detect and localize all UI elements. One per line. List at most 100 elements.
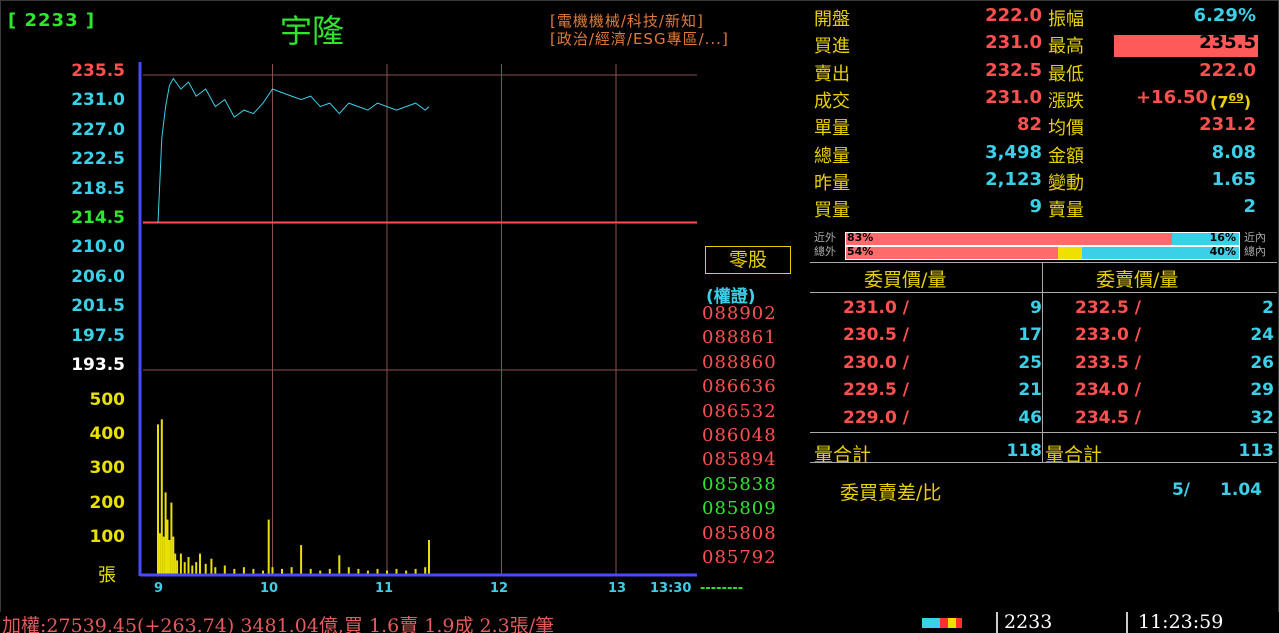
quote-label: 總量 — [814, 145, 850, 167]
status-bar-indicator — [922, 618, 962, 628]
warrant-item[interactable]: 086532 — [702, 401, 777, 422]
warrant-item[interactable]: 088861 — [702, 327, 777, 348]
near-out-pct: 83% — [847, 231, 874, 244]
change-rank: (769) — [1210, 91, 1252, 112]
odd-lot-button[interactable]: 零股 — [705, 246, 791, 274]
warrant-item[interactable]: 088860 — [702, 352, 777, 373]
status-divider — [996, 612, 998, 633]
status-time: 11:23:59 — [1138, 612, 1224, 633]
quote-label: 昨量 — [814, 172, 850, 194]
volume-bar — [179, 553, 182, 574]
volume-bar — [366, 570, 369, 574]
near-ratio-bar: 83% 16% — [845, 231, 1240, 246]
volume-bar — [170, 502, 173, 574]
diff-value: 5/ — [1171, 480, 1190, 500]
volume-bar — [328, 568, 331, 574]
quote-value: 231.0 — [985, 32, 1042, 54]
bid-price[interactable]: 230.0 / — [843, 353, 909, 373]
ask-price[interactable]: 234.5 / — [1075, 408, 1141, 428]
volume-bar — [424, 567, 427, 574]
volume-bar — [199, 553, 201, 574]
quote-value: 82 — [1016, 114, 1042, 136]
status-code: 2233 — [1004, 612, 1053, 633]
ratio-right-labels: 近內 總內 — [1244, 231, 1266, 259]
bid-price[interactable]: 230.5 / — [843, 325, 909, 345]
warrant-item[interactable]: 085809 — [702, 498, 777, 519]
bid-qty: 17 — [1018, 325, 1042, 346]
ask-qty: 24 — [1250, 325, 1274, 346]
volume-bar — [428, 540, 430, 574]
warrant-item[interactable]: 085808 — [702, 523, 777, 544]
volume-bar — [166, 519, 169, 574]
quote-label: 開盤 — [814, 9, 850, 30]
quote-label: 賣出 — [814, 63, 850, 85]
intraday-chart[interactable]: 9 10 11 12 13 13:30 -------- — [0, 0, 800, 600]
diff-label: 委買賣差/比 — [840, 482, 942, 504]
volume-bar — [319, 570, 322, 574]
time-tick-label: 9 — [154, 581, 163, 596]
bid-price[interactable]: 229.5 / — [843, 380, 909, 400]
quote-value: 231.0 — [985, 86, 1042, 108]
quote-value: 3,498 — [985, 141, 1042, 163]
volume-bar — [309, 568, 312, 574]
volume-bars — [157, 419, 430, 574]
volume-bar — [290, 567, 293, 574]
volume-bar — [252, 568, 255, 574]
volume-bar — [204, 563, 207, 574]
quote-label: 賣量 — [1048, 200, 1084, 222]
quote-value: +16.50 — [1135, 86, 1208, 108]
quote-value: 9 — [1029, 196, 1042, 218]
total-in-label: 總內 — [1244, 245, 1266, 258]
volume-bar — [395, 568, 398, 574]
volume-bar — [157, 424, 159, 574]
bid-price[interactable]: 231.0 / — [843, 298, 909, 318]
warrant-item[interactable]: 085838 — [702, 474, 777, 495]
change-rank-frac: 69 — [1228, 91, 1244, 104]
warrant-item[interactable]: 086636 — [702, 376, 777, 397]
total-out-pct: 54% — [847, 245, 874, 258]
volume-bar — [281, 568, 283, 574]
market-ticker: 加權:27539.45(+263.74) 3481.04億,買 1.6賣 1.9… — [2, 615, 555, 633]
time-tick-label: 12 — [490, 581, 508, 596]
quote-value: 231.2 — [1199, 114, 1256, 136]
ask-price[interactable]: 233.0 / — [1075, 325, 1141, 345]
bid-total: 118 — [1006, 441, 1043, 461]
warrant-item[interactable]: 088902 — [702, 303, 777, 324]
order-book-header-line — [810, 292, 1277, 293]
time-tick-label: 13 — [608, 581, 626, 596]
bid-qty: 9 — [1030, 298, 1042, 318]
near-in-label: 近內 — [1244, 231, 1266, 244]
volume-bar — [160, 419, 163, 574]
volume-bar — [183, 562, 186, 574]
volume-bar — [210, 558, 213, 574]
status-bar: 加權:27539.45(+263.74) 3481.04億,買 1.6賣 1.9… — [0, 612, 1279, 633]
ask-header: 委賣價/量 — [1096, 269, 1179, 291]
near-out-label: 近外 — [814, 231, 836, 244]
volume-bar — [376, 568, 379, 574]
quote-value: 222.0 — [985, 5, 1042, 26]
bid-price[interactable]: 229.0 / — [843, 408, 909, 428]
quote-label: 變動 — [1048, 172, 1084, 194]
warrant-item[interactable]: 086048 — [702, 425, 777, 446]
ask-price[interactable]: 232.5 / — [1075, 298, 1141, 318]
quote-value: 6.29% — [1193, 5, 1256, 26]
volume-bar — [223, 565, 226, 574]
quote-label: 漲跌 — [1048, 90, 1084, 112]
ask-price[interactable]: 234.0 / — [1075, 380, 1141, 400]
volume-bar — [242, 567, 245, 574]
quote-value: 1.65 — [1211, 168, 1256, 190]
quote-label: 振幅 — [1048, 9, 1084, 30]
quote-value: 2,123 — [985, 168, 1042, 190]
volume-bar — [414, 568, 417, 574]
quote-value: 232.5 — [985, 59, 1042, 81]
warrant-item[interactable]: 085792 — [702, 547, 777, 568]
total-out-label: 總外 — [814, 245, 836, 258]
volume-bar — [168, 540, 171, 574]
volume-bar — [347, 567, 350, 574]
time-tick-label: 11 — [375, 581, 393, 596]
ask-price[interactable]: 233.5 / — [1075, 353, 1141, 373]
warrant-item[interactable]: 085894 — [702, 449, 777, 470]
ask-qty: 32 — [1250, 407, 1274, 428]
volume-bar — [164, 492, 167, 574]
bid-qty: 46 — [1018, 407, 1042, 428]
